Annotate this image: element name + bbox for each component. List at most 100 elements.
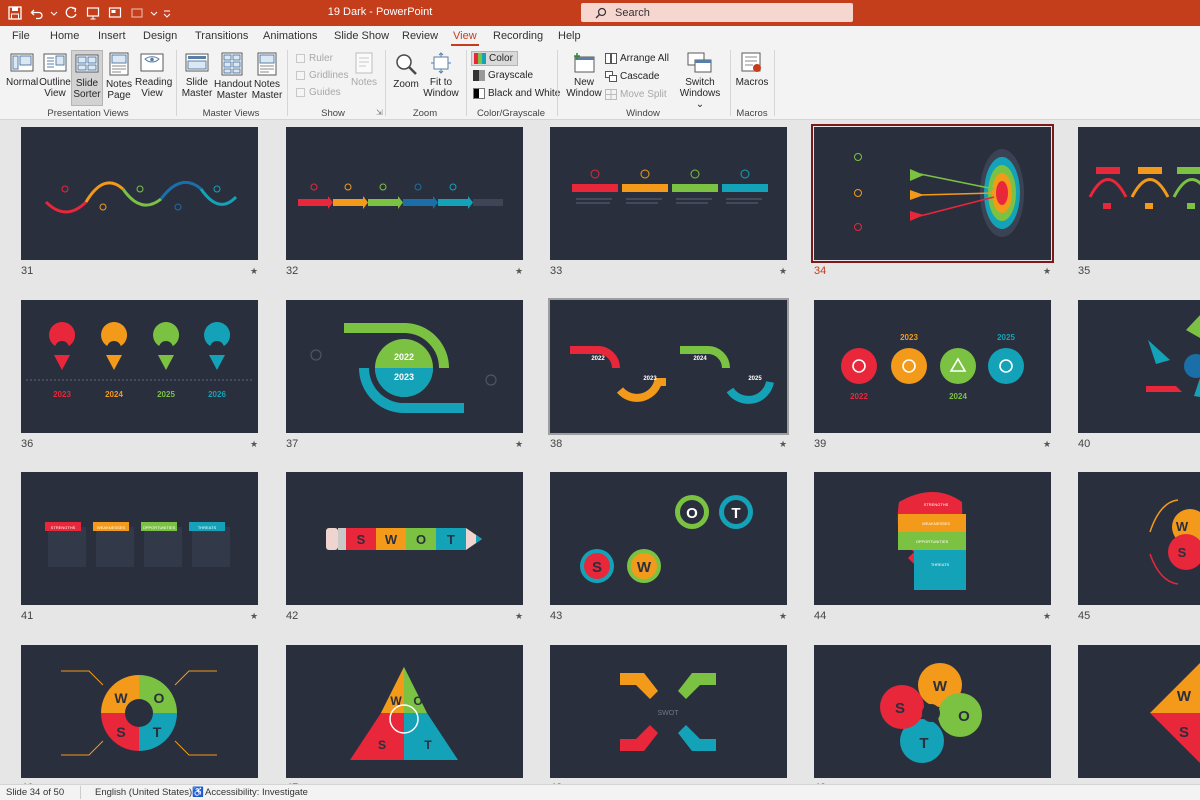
slide-thumbnail[interactable]: STRENGTHS WEAKNESSES OPPORTUNITIES THREA… [21,472,258,605]
notes-master-button[interactable]: Notes Master [251,52,283,106]
slide-thumbnail[interactable] [1078,300,1200,433]
handout-master-icon [221,52,243,76]
star-icon: ★ [515,439,524,449]
switch-windows-button[interactable]: Switch Windows ⌄ [677,52,723,110]
slide-count-status[interactable]: Slide 34 of 50 [6,787,64,798]
slide-number: 42 [286,610,299,622]
slide-thumbnail[interactable]: 2022 2023 [286,300,523,433]
slide-thumbnail[interactable]: W S [1078,472,1200,605]
slide-thumbnail[interactable] [550,127,787,260]
tab-slide-show[interactable]: Slide Show [334,30,389,42]
slide-thumbnail[interactable]: SWOT [550,645,787,778]
slide-sorter-icon [75,54,99,73]
swot-pyramid-graphic: W O S T [350,667,458,760]
slide-thumbnail[interactable]: W S [1078,645,1200,778]
slide-sorter-pane[interactable]: 31 ★ 32 ★ 33 ★ 34 ★ 35 2023 2024 2025 20… [0,120,1200,784]
ruler-checkbox[interactable]: Ruler [296,53,333,64]
swot-letter: S [1179,724,1189,741]
grayscale-button[interactable]: Grayscale [473,70,533,81]
slide-thumbnail[interactable]: W O S T [286,645,523,778]
color-label: Color [489,53,513,64]
tab-design[interactable]: Design [143,30,177,42]
star-icon: ★ [779,439,788,449]
year-label: 2023 [643,376,657,382]
year-label: 2023 [53,390,71,399]
outline-view-button[interactable]: Outline View [39,52,71,106]
slide-thumbnail[interactable] [286,127,523,260]
swot-diamond-graphic: W S [1150,663,1200,763]
slide-thumbnail[interactable] [21,127,258,260]
swot-circles-graphic: O T S W [580,495,753,583]
gridlines-checkbox[interactable]: Gridlines [296,70,348,81]
slide-number: 31 [21,265,34,277]
ribbon-separator [466,50,467,116]
handout-master-button[interactable]: Handout Master [214,52,252,106]
slide-master-label-1: Slide [185,77,209,88]
slide-thumbnail[interactable] [1078,127,1200,260]
slide-number: 35 [1078,265,1091,277]
arcs-timeline: 2022 2023 2024 2025 [570,346,774,404]
notes-icon [355,52,373,74]
head-label: THREATS [931,562,950,567]
macros-button[interactable]: Macros [735,52,769,106]
year-label: 2023 [394,372,414,382]
slide-thumbnail[interactable]: O T S W [550,472,787,605]
accessibility-status[interactable]: Accessibility: Investigate [205,787,308,798]
tab-home[interactable]: Home [50,30,79,42]
slide-thumbnail-selected[interactable] [811,124,1054,263]
slide-sorter-button[interactable]: Slide Sorter [71,50,103,106]
language-status[interactable]: English (United States) [95,787,192,798]
tab-review[interactable]: Review [402,30,438,42]
year-label: 2026 [208,390,226,399]
swot-letter: W [933,678,948,695]
new-window-button[interactable]: New Window [565,52,603,106]
normal-view-button[interactable]: Normal [6,52,38,106]
color-swatch-icon [474,53,486,64]
slide-thumbnail-hovered[interactable]: 2022 2023 2024 2025 [548,298,789,435]
arrange-all-button[interactable]: Arrange All [605,53,669,64]
tab-insert[interactable]: Insert [98,30,126,42]
notes-page-button[interactable]: Notes Page [104,52,134,106]
tab-file[interactable]: File [12,30,30,42]
notes-button[interactable]: Notes [349,52,379,96]
year-label: 2024 [105,390,123,399]
slide-thumbnail[interactable]: W S O T [814,645,1051,778]
tab-help[interactable]: Help [558,30,581,42]
notes-page-label-1: Notes [105,79,133,90]
show-dialog-launcher-icon[interactable]: ⇲ [376,108,383,117]
tab-view[interactable]: View [451,30,479,46]
search-box[interactable]: Search [581,3,853,22]
guides-checkbox[interactable]: Guides [296,87,341,98]
swot-arrows-graphic: SWOT [620,673,716,751]
tab-recording[interactable]: Recording [493,30,543,42]
swot-clover-graphic: W S O T [880,663,982,763]
zoom-button[interactable]: Zoom [390,52,422,106]
reading-view-button[interactable]: Reading View [135,52,172,106]
reading-view-icon [140,53,164,72]
tab-animations[interactable]: Animations [263,30,317,42]
slide-number: 37 [286,438,299,450]
ribbon-separator [774,50,775,116]
slide-thumbnail[interactable]: 2023 2024 2025 2026 [21,300,258,433]
star-icon: ★ [250,266,259,276]
tab-transitions[interactable]: Transitions [195,30,248,42]
slide-thumbnail[interactable]: W O S T [21,645,258,778]
black-and-white-button[interactable]: Black and White [473,88,560,99]
swot-letter: T [919,735,928,752]
fit-to-window-button[interactable]: Fit to Window [423,52,459,106]
move-split-button[interactable]: Move Split [605,89,667,100]
color-button[interactable]: Color [471,51,518,66]
slide-thumbnail[interactable]: S W O T [286,472,523,605]
guides-label: Guides [309,87,341,98]
swot-center-label: SWOT [658,710,680,717]
slide-number: 45 [1078,610,1091,622]
swot-ring-graphic: W O S T [61,670,217,756]
slide-thumbnail[interactable]: STRENGTHS WEAKNESSES OPPORTUNITIES THREA… [814,472,1051,605]
slide-thumbnail[interactable]: 2022 2023 2024 2025 [814,300,1051,433]
checkbox-box [296,54,305,63]
slide-master-button[interactable]: Slide Master [180,52,214,106]
year-label: 2024 [693,356,707,362]
outline-view-label-1: Outline [39,77,71,88]
cascade-button[interactable]: Cascade [605,71,659,82]
new-window-icon [574,53,595,73]
